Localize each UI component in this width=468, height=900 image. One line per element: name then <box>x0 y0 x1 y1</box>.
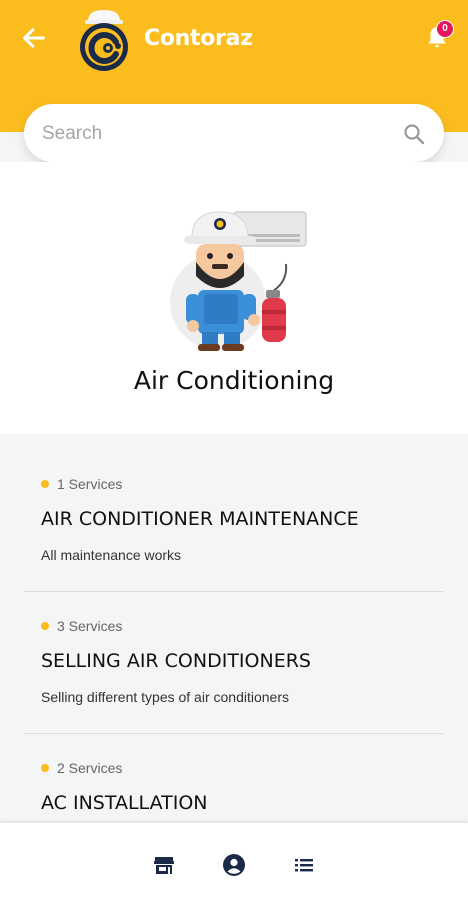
service-description: All maintenance works <box>41 547 182 563</box>
category-hero: Air Conditioning <box>0 162 468 434</box>
app-title: Contoraz <box>144 26 253 51</box>
list-icon[interactable] <box>292 853 316 877</box>
service-count: 1 Services <box>41 476 122 492</box>
bottom-navigation <box>0 823 468 900</box>
bullet-dot-icon <box>41 480 49 488</box>
notification-badge: 0 <box>436 20 454 38</box>
service-name: AIR CONDITIONER MAINTENANCE <box>41 508 359 530</box>
store-icon[interactable] <box>152 853 176 877</box>
service-list: 1 Services AIR CONDITIONER MAINTENANCE A… <box>24 450 444 876</box>
search-input[interactable] <box>40 118 404 150</box>
service-item[interactable]: 1 Services AIR CONDITIONER MAINTENANCE A… <box>24 450 444 592</box>
service-count-label: 3 Services <box>57 618 123 634</box>
service-count: 2 Services <box>41 760 122 776</box>
ac-technician-illustration <box>170 211 307 351</box>
app-logo-icon <box>80 10 128 71</box>
bullet-dot-icon <box>41 764 49 772</box>
service-description: Selling different types of air condition… <box>41 689 289 705</box>
account-icon[interactable] <box>222 853 246 877</box>
service-count-label: 1 Services <box>57 476 123 492</box>
service-name: SELLING AIR CONDITIONERS <box>41 650 311 672</box>
search-icon[interactable] <box>402 122 426 146</box>
service-item[interactable]: 3 Services SELLING AIR CONDITIONERS Sell… <box>24 592 444 734</box>
bullet-dot-icon <box>41 622 49 630</box>
service-count: 3 Services <box>41 618 122 634</box>
service-name: AC INSTALLATION <box>41 792 208 814</box>
back-arrow-icon[interactable] <box>20 24 48 52</box>
category-title: Air Conditioning <box>133 366 335 395</box>
search-bar[interactable] <box>24 104 444 162</box>
service-count-label: 2 Services <box>57 760 123 776</box>
